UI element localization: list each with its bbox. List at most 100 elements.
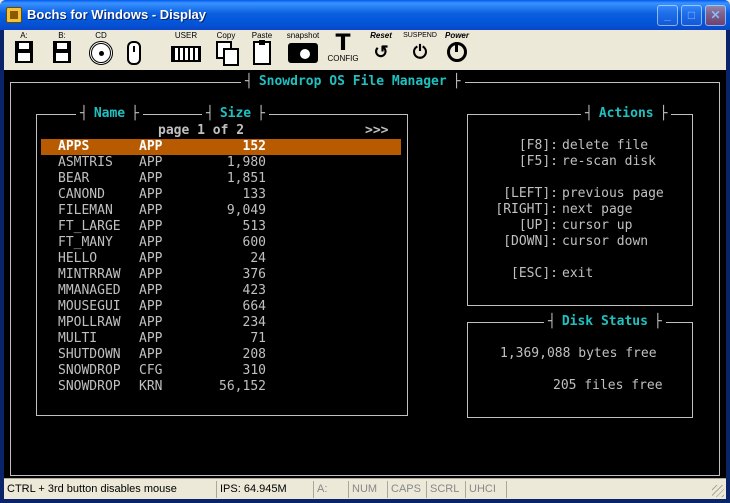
maximize-button[interactable]: □ xyxy=(681,5,702,26)
floppy-b-button[interactable]: B: xyxy=(50,32,74,68)
config-label: CONFIG xyxy=(327,54,359,63)
resize-grip[interactable] xyxy=(712,485,724,497)
file-name: FILEMAN xyxy=(58,203,113,218)
bytes-free: 1,369,088 bytes free xyxy=(500,346,657,361)
cdrom-label: CD xyxy=(95,31,107,40)
power-label: Power xyxy=(444,31,469,40)
reset-label: Reset xyxy=(370,31,392,40)
file-extension: APP xyxy=(139,187,163,202)
action-description: cursor up xyxy=(562,218,633,233)
file-size: 24 xyxy=(250,251,266,266)
name-column-header: Name xyxy=(76,106,143,122)
emulator-display[interactable]: Snowdrop OS File Manager Name Size page … xyxy=(4,70,726,478)
file-size: 1,851 xyxy=(226,171,266,186)
status-caps: CAPS xyxy=(387,481,425,498)
file-row[interactable]: MINTRRAW APP 376 xyxy=(41,267,401,283)
file-name: MOUSEGUI xyxy=(58,299,121,314)
file-size: 423 xyxy=(242,283,266,298)
user-button[interactable]: USER xyxy=(168,32,204,68)
file-extension: APP xyxy=(139,299,163,314)
file-size: 152 xyxy=(242,139,266,154)
minimize-button[interactable]: _ xyxy=(657,5,678,26)
file-size: 376 xyxy=(242,267,266,282)
bochs-icon xyxy=(6,7,22,23)
file-row[interactable]: ASMTRIS APP 1,980 xyxy=(41,155,401,171)
file-size: 1,980 xyxy=(226,155,266,170)
paste-button[interactable]: Paste xyxy=(248,32,276,68)
file-row[interactable]: SHUTDOWN APP 208 xyxy=(41,347,401,363)
snapshot-label: snapshot xyxy=(286,31,320,40)
file-row[interactable]: HELLO APP 24 xyxy=(41,251,401,267)
copy-button[interactable]: Copy xyxy=(212,32,240,68)
cdrom-button[interactable]: CD xyxy=(86,32,116,68)
action-description: next page xyxy=(562,202,633,217)
clipboard-icon xyxy=(253,40,271,65)
file-row[interactable]: BEAR APP 1,851 xyxy=(41,171,401,187)
action-key: [LEFT]: xyxy=(503,186,558,201)
close-button[interactable]: ✕ xyxy=(705,5,726,26)
file-name: MULTI xyxy=(58,331,98,346)
title-bar[interactable]: Bochs for Windows - Display _ □ ✕ xyxy=(0,0,730,30)
file-name: SNOWDROP xyxy=(58,363,121,378)
action-key: [F8]: xyxy=(518,138,558,153)
reset-button[interactable]: Reset ↺ xyxy=(364,32,398,68)
status-scrl: SCRL xyxy=(426,481,464,498)
file-extension: APP xyxy=(139,267,163,282)
suspend-label: SUSPEND xyxy=(403,32,437,39)
file-row[interactable]: MMANAGED APP 423 xyxy=(41,283,401,299)
mouse-button[interactable] xyxy=(122,32,146,68)
action-description: exit xyxy=(562,266,594,281)
file-extension: CFG xyxy=(139,363,163,378)
file-row[interactable]: SNOWDROP KRN 56,152 xyxy=(41,379,401,395)
action-key: [RIGHT]: xyxy=(495,202,558,217)
file-name: FT_MANY xyxy=(58,235,113,250)
file-extension: APP xyxy=(139,171,163,186)
file-extension: APP xyxy=(139,203,163,218)
power-button[interactable]: Power xyxy=(440,32,474,68)
file-row[interactable]: FT_LARGE APP 513 xyxy=(41,219,401,235)
file-name: CANOND xyxy=(58,187,105,202)
file-extension: KRN xyxy=(139,379,163,394)
floppy-disk-icon xyxy=(15,41,33,63)
file-row[interactable]: SNOWDROP CFG 310 xyxy=(41,363,401,379)
status-ips: IPS: 64.945M xyxy=(216,481,312,498)
window-title: Bochs for Windows - Display xyxy=(27,7,207,22)
size-column-header: Size xyxy=(202,106,269,122)
file-extension: APP xyxy=(139,315,163,330)
file-size: 310 xyxy=(242,363,266,378)
action-description: previous page xyxy=(562,186,664,201)
page-indicator: page 1 of 2 xyxy=(158,123,245,138)
file-row[interactable]: FILEMAN APP 9,049 xyxy=(41,203,401,219)
file-name: APPS xyxy=(58,139,90,154)
snapshot-button[interactable]: snapshot xyxy=(284,32,322,68)
file-extension: APP xyxy=(139,347,163,362)
file-size: 664 xyxy=(242,299,266,314)
config-tools-icon: T xyxy=(335,31,351,56)
file-size: 71 xyxy=(250,331,266,346)
config-button[interactable]: T CONFIG xyxy=(326,32,360,68)
file-name: MMANAGED xyxy=(58,283,121,298)
suspend-button[interactable]: SUSPEND ⏻ xyxy=(402,32,438,68)
file-name: BEAR xyxy=(58,171,90,186)
file-name: ASMTRIS xyxy=(58,155,113,170)
files-free: 205 files free xyxy=(553,378,663,393)
file-size: 208 xyxy=(242,347,266,362)
user-label: USER xyxy=(174,31,198,40)
status-drive: A: xyxy=(313,481,347,498)
file-row[interactable]: MULTI APP 71 xyxy=(41,331,401,347)
action-key: [UP]: xyxy=(518,218,558,233)
status-num: NUM xyxy=(348,481,386,498)
file-row[interactable]: APPS APP 152 xyxy=(41,139,401,155)
disk-status-title: Disk Status xyxy=(544,314,666,330)
file-size: 513 xyxy=(242,219,266,234)
paste-label: Paste xyxy=(251,31,273,40)
file-extension: APP xyxy=(139,219,163,234)
file-extension: APP xyxy=(139,251,163,266)
floppy-a-button[interactable]: A: xyxy=(12,32,36,68)
file-row[interactable]: CANOND APP 133 xyxy=(41,187,401,203)
actions-title: Actions xyxy=(581,106,672,122)
file-row[interactable]: MOUSEGUI APP 664 xyxy=(41,299,401,315)
file-row[interactable]: MPOLLRAW APP 234 xyxy=(41,315,401,331)
copy-icon xyxy=(216,41,239,66)
file-row[interactable]: FT_MANY APP 600 xyxy=(41,235,401,251)
